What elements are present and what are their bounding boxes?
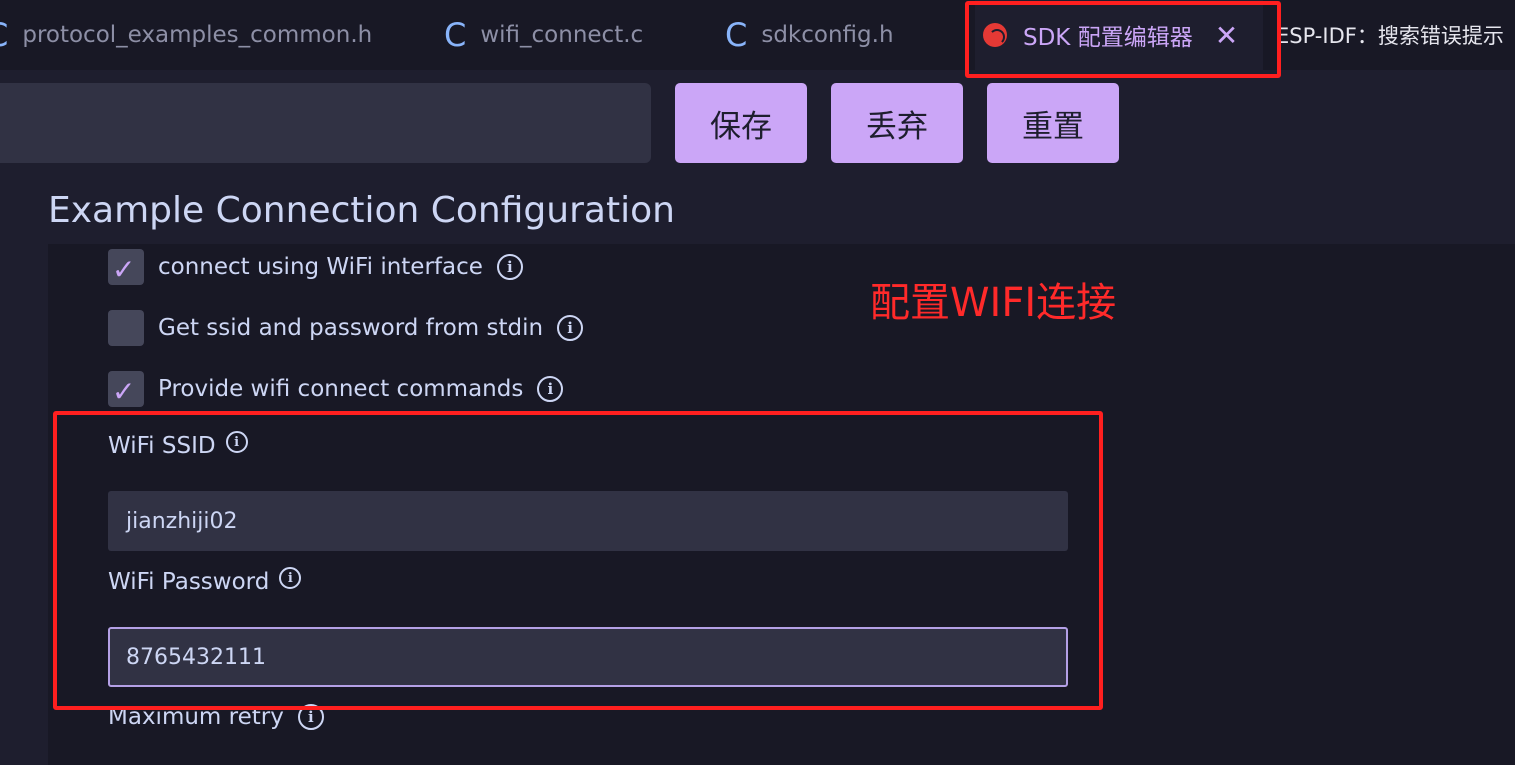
tab-sdkconfig[interactable]: C sdkconfig.h bbox=[725, 0, 894, 70]
search-input[interactable] bbox=[0, 83, 651, 163]
save-button[interactable]: 保存 bbox=[675, 83, 807, 163]
c-file-icon: C bbox=[725, 16, 748, 54]
c-file-icon: C bbox=[444, 16, 467, 54]
option-label: Provide wifi connect commands bbox=[158, 376, 524, 402]
tab-protocol-examples-common[interactable]: C protocol_examples_common.h bbox=[0, 0, 372, 70]
c-file-icon: C bbox=[0, 16, 8, 54]
discard-button[interactable]: 丢弃 bbox=[831, 83, 963, 163]
annotation-box-tab bbox=[965, 1, 1281, 78]
option-label: connect using WiFi interface bbox=[158, 254, 483, 280]
info-icon[interactable]: i bbox=[496, 254, 523, 280]
tab-label: ESP-IDF：搜索错误提示 bbox=[1276, 24, 1504, 48]
option-stdin: Get ssid and password from stdin i bbox=[108, 310, 584, 346]
checkmark-icon: ✓ bbox=[112, 253, 136, 286]
tab-wifi-connect[interactable]: C wifi_connect.c bbox=[444, 0, 643, 70]
annotation-text: 配置WIFI连接 bbox=[870, 280, 1117, 326]
tab-label: protocol_examples_common.h bbox=[22, 22, 373, 48]
stdin-checkbox[interactable] bbox=[108, 310, 144, 346]
info-icon[interactable]: i bbox=[557, 315, 584, 341]
connect-wifi-checkbox[interactable]: ✓ bbox=[108, 249, 144, 286]
tab-label: sdkconfig.h bbox=[761, 22, 894, 48]
tab-esp-idf-search-error[interactable]: ESP-IDF：搜索错误提示 bbox=[1276, 0, 1504, 70]
option-connect-wifi: ✓ connect using WiFi interface i bbox=[108, 249, 523, 286]
option-label: Get ssid and password from stdin bbox=[158, 315, 544, 341]
editor-tab-bar: C protocol_examples_common.h C wifi_conn… bbox=[0, 0, 1515, 70]
info-icon[interactable]: i bbox=[537, 376, 564, 402]
wifi-commands-checkbox[interactable]: ✓ bbox=[108, 371, 144, 408]
checkmark-icon: ✓ bbox=[112, 375, 136, 408]
annotation-box-wifi bbox=[53, 411, 1103, 710]
section-title: Example Connection Configuration bbox=[48, 190, 675, 231]
tab-label: wifi_connect.c bbox=[480, 22, 644, 48]
reset-button[interactable]: 重置 bbox=[987, 83, 1119, 163]
option-wifi-commands: ✓ Provide wifi connect commands i bbox=[108, 371, 564, 408]
